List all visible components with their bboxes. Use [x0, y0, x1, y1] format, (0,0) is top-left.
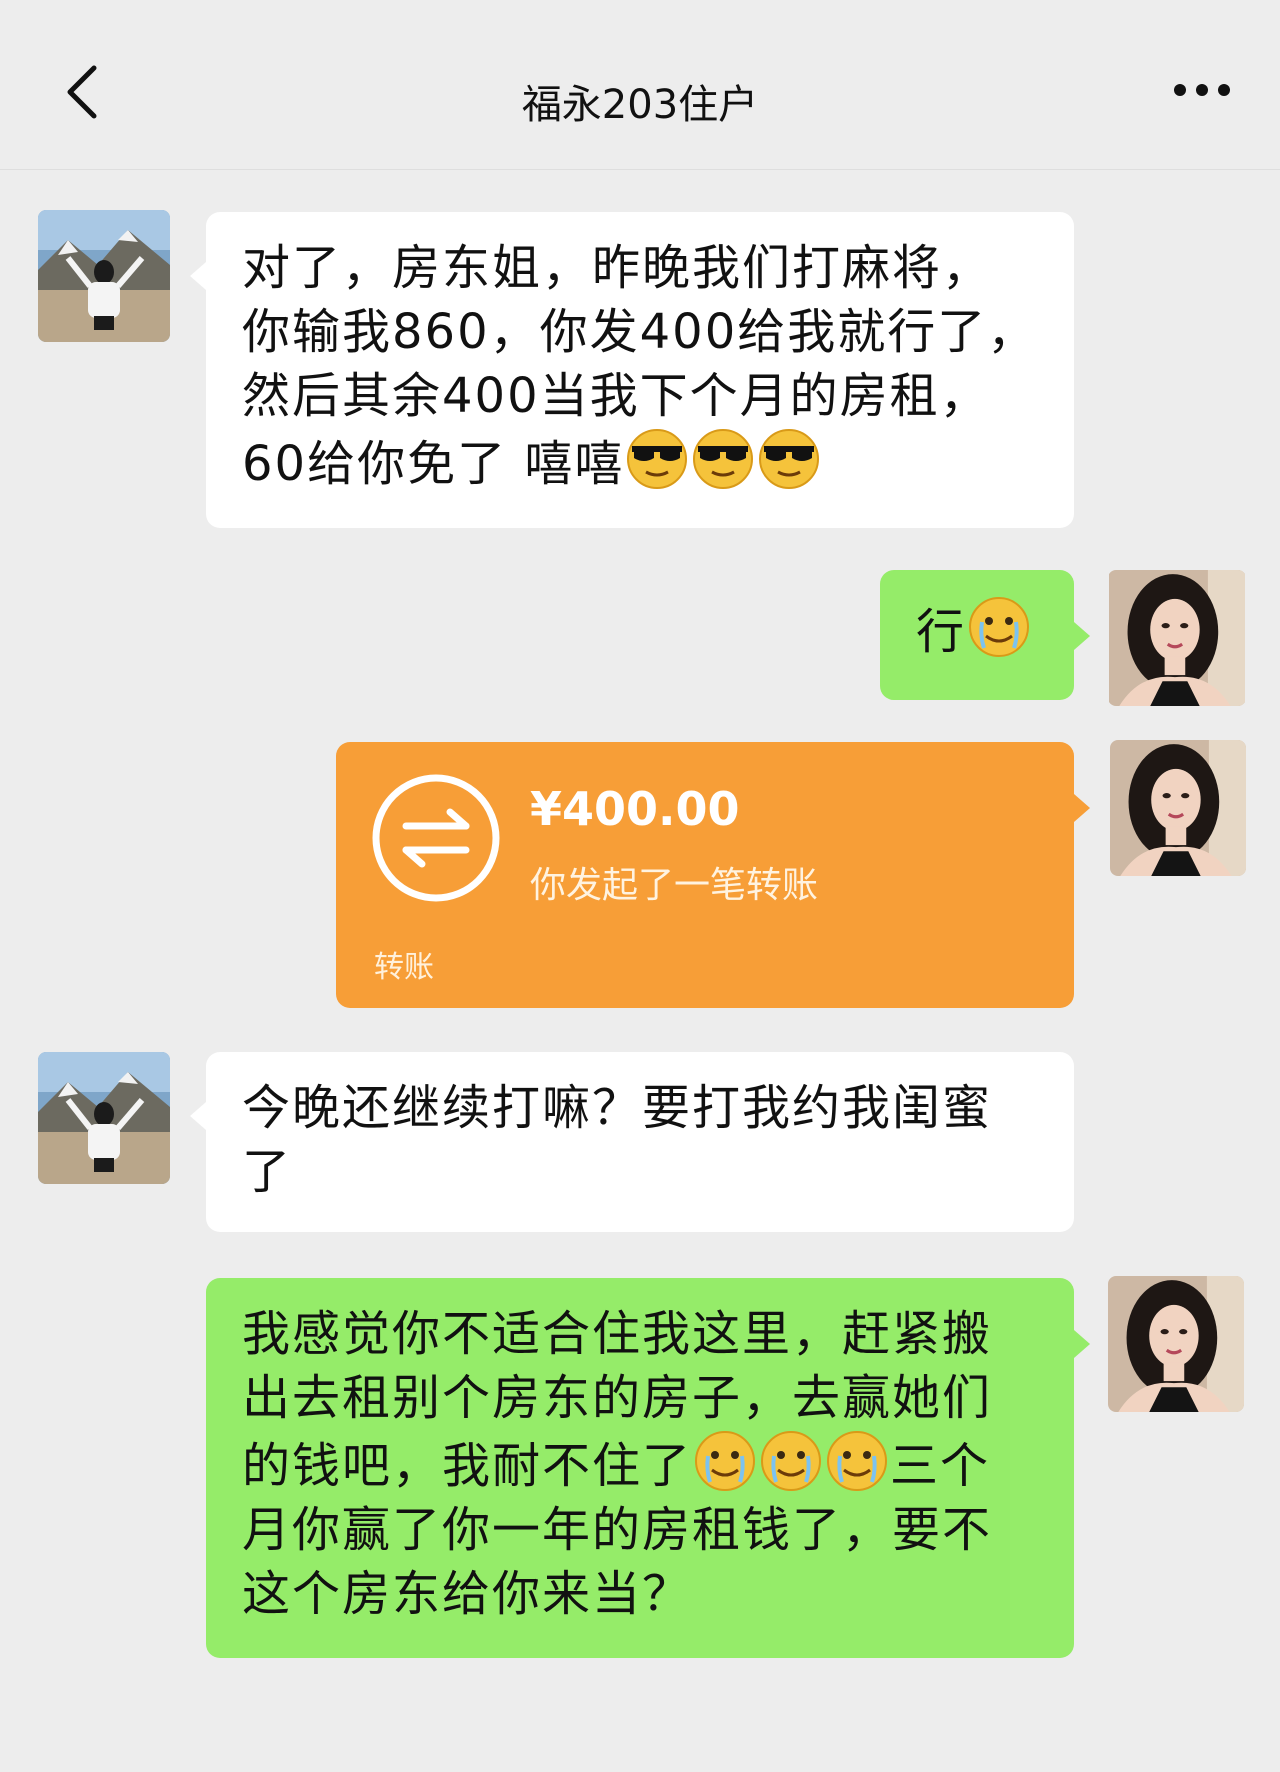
bubble-tail [1074, 1330, 1090, 1358]
transfer-arrows-icon [372, 774, 500, 902]
sunglasses-emoji [758, 428, 820, 490]
outgoing-message-5[interactable]: 我感觉你不适合住我这里，赶紧搬出去租别个房东的房子，去赢她们的钱吧，我耐不住了三… [206, 1278, 1074, 1658]
tearful-smile-emoji [968, 596, 1030, 658]
tearful-smile-emoji [826, 1430, 888, 1492]
bubble-tail [190, 1102, 206, 1130]
bubble-tail [190, 262, 206, 290]
my-avatar[interactable] [1108, 570, 1246, 706]
incoming-message-4[interactable]: 今晚还继续打嘛？要打我约我闺蜜了 [206, 1052, 1074, 1232]
sunglasses-emoji [692, 428, 754, 490]
transfer-description: 你发起了一笔转账 [530, 865, 819, 906]
contact-avatar[interactable] [38, 1052, 170, 1184]
bubble-tail [1074, 794, 1090, 822]
chat-title: 福永203住户 [521, 82, 759, 128]
sunglasses-emoji [626, 428, 688, 490]
message-text: 今晚还继续打嘛？要打我约我闺蜜了 [242, 1080, 993, 1200]
incoming-message-1[interactable]: 对了，房东姐，昨晚我们打麻将，你输我860，你发400给我就行了，然后其余400… [206, 212, 1074, 528]
my-avatar[interactable] [1108, 1276, 1244, 1412]
more-dots-icon[interactable] [1172, 78, 1232, 102]
outgoing-message-2[interactable]: 行 [880, 570, 1074, 700]
tearful-smile-emoji [760, 1430, 822, 1492]
chat-header: 福永203住户 [0, 0, 1280, 170]
my-avatar[interactable] [1110, 740, 1246, 876]
tearful-smile-emoji [694, 1430, 756, 1492]
bubble-tail [1074, 622, 1090, 650]
contact-avatar[interactable] [38, 210, 170, 342]
transfer-card[interactable]: ¥400.00 你发起了一笔转账 转账 [336, 742, 1074, 1008]
transfer-amount: ¥400.00 [530, 782, 740, 836]
transfer-label: 转账 [374, 950, 434, 985]
message-text: 行 [916, 604, 967, 660]
